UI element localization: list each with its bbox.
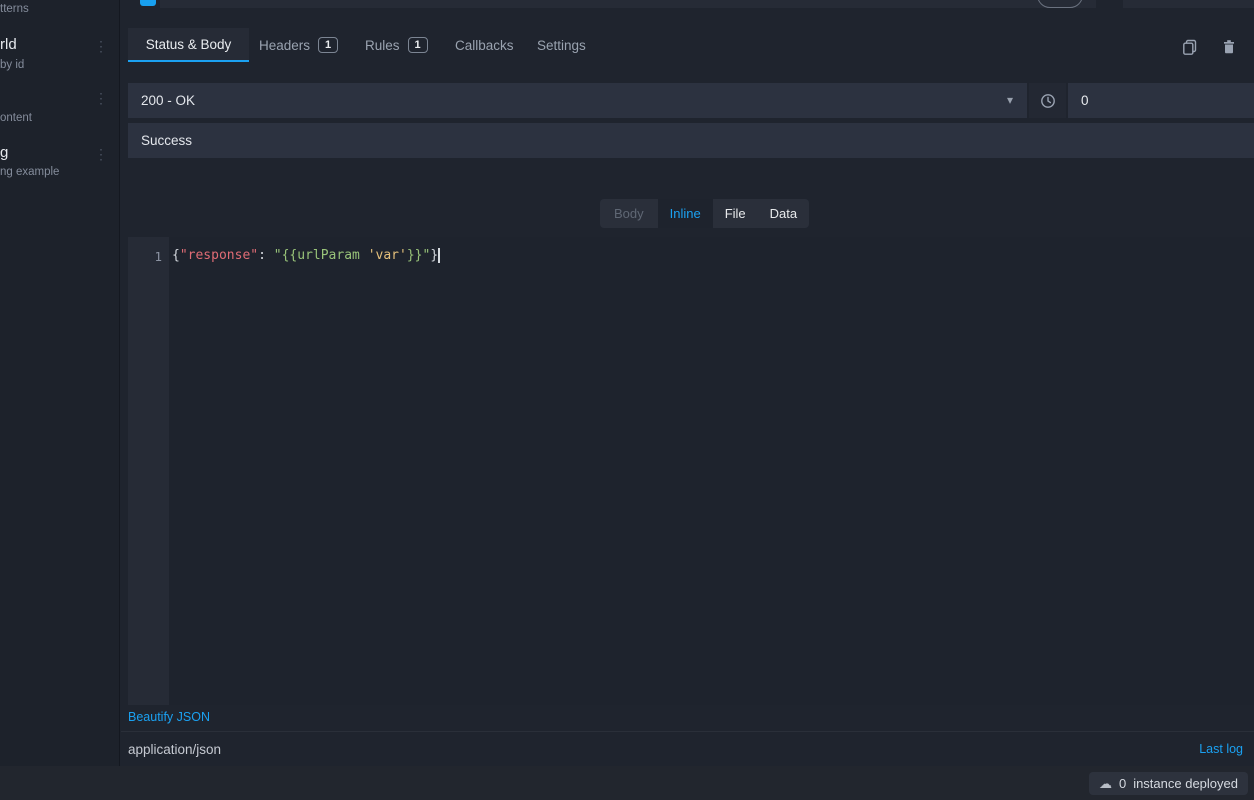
code-token: : [258,248,274,263]
route-title: g [0,144,8,161]
route-subtitle: tterns [0,3,29,15]
route-menu-icon[interactable]: ⋮ [94,92,108,104]
tab-label: Status & Body [146,37,232,52]
tab-callbacks[interactable]: Callbacks [455,28,514,62]
tab-headers[interactable]: Headers 1 [259,28,338,62]
last-log-link[interactable]: Last log [1199,742,1243,756]
code-token: } [430,248,438,263]
tab-status-body[interactable]: Status & Body [128,28,249,62]
response-panel: Response 1 (200) Success ⇄ ↻ ✕ ⇥ Status … [121,0,1254,766]
deployment-status-chip[interactable]: ☁ 0 instance deployed [1089,772,1248,795]
code-token: { [172,248,180,263]
headers-count-badge: 1 [318,37,338,53]
status-code-value: 200 - OK [141,93,195,108]
response-title-input[interactable]: Response 1 (200) Success [160,0,1096,8]
deployed-count: 0 [1119,776,1126,791]
code-token: 'var' [368,248,407,263]
beautify-json-link[interactable]: Beautify JSON [128,710,210,724]
route-menu-icon[interactable]: ⋮ [94,148,108,160]
divider [121,731,1254,732]
response-label-input[interactable]: Success [128,123,1254,158]
clock-icon [1040,93,1056,109]
route-subtitle: ontent [0,112,32,124]
body-type-toggle: Body Inline File Data [600,199,809,228]
chevron-down-icon: ▾ [1007,83,1013,118]
tab-label: Headers [259,38,310,53]
status-code-select[interactable]: 200 - OK ▾ [128,83,1027,118]
response-mode-toolbar: ⇄ ↻ ✕ ⇥ [1123,0,1254,8]
disable-rules-icon[interactable]: ✕ [1199,0,1210,8]
latency-button[interactable] [1029,83,1066,118]
default-response-checkbox[interactable] [140,0,156,6]
fallback-icon[interactable]: ⇥ [1232,0,1243,8]
routes-sidebar: tterns rld ⋮ by id ⋮ ontent g ⋮ ng examp… [0,0,120,766]
rules-count-badge: 1 [408,37,428,53]
sequential-icon[interactable]: ↻ [1167,0,1178,8]
code-line[interactable]: {"response": "{{urlParam 'var'}}"} [172,248,440,263]
route-menu-icon[interactable]: ⋮ [94,40,108,52]
shuffle-icon[interactable]: ⇄ [1134,0,1145,8]
route-subtitle: ng example [0,166,59,178]
tab-label: Rules [365,38,400,53]
delete-response-icon[interactable] [1221,39,1237,55]
tab-settings[interactable]: Settings [537,28,586,62]
cloud-icon: ☁ [1099,776,1112,792]
code-token: "{{urlParam [274,248,368,263]
code-token: }}" [407,248,430,263]
route-subtitle: by id [0,59,24,71]
text-cursor [438,248,440,263]
status-bar: ☁ 0 instance deployed [0,766,1254,800]
tab-rules[interactable]: Rules 1 [365,28,428,62]
latency-input[interactable]: 0 [1068,83,1254,118]
body-type-label: Body [600,199,658,228]
duplicate-response-icon[interactable] [1182,39,1198,55]
code-token: "response" [180,248,258,263]
app-window: { "accent_color": "#1ba1f1", "topbar": {… [0,0,1254,800]
tab-label: Settings [537,38,586,53]
body-type-data[interactable]: Data [758,199,809,228]
route-title: rld [0,36,17,53]
editor-gutter: 1 [128,237,169,705]
body-type-inline[interactable]: Inline [658,199,713,228]
deployed-text: instance deployed [1133,776,1238,791]
content-type-text: application/json [128,742,221,757]
tab-label: Callbacks [455,38,514,53]
body-type-file[interactable]: File [713,199,758,228]
line-number: 1 [128,249,162,264]
body-editor[interactable]: 1 {"response": "{{urlParam 'var'}}"} [128,237,1254,705]
